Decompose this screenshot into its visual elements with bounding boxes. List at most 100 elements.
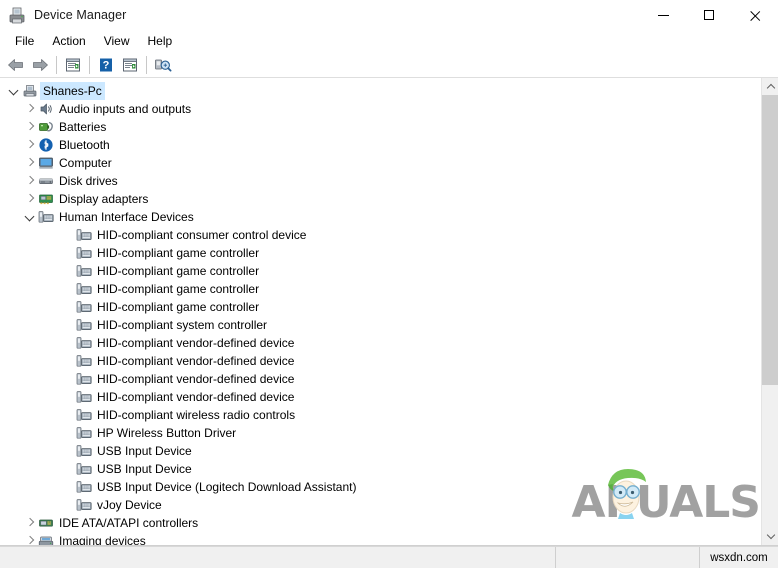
tree-item[interactable]: vJoy Device [0,496,761,514]
computer-root-icon [22,83,38,99]
tree-item[interactable]: Batteries [0,118,761,136]
chevron-right-icon[interactable] [22,119,38,135]
battery-icon [38,119,54,135]
window-controls [640,0,778,30]
chevron-right-icon[interactable] [22,137,38,153]
scrollbar-thumb[interactable] [762,95,778,385]
tree-item[interactable]: Computer [0,154,761,172]
tree-item-label: HID-compliant game controller [97,246,260,260]
properties-icon[interactable] [61,54,85,76]
chevron-down-icon[interactable] [22,209,38,225]
tree-item[interactable]: Display adapters [0,190,761,208]
tree-item-label: USB Input Device [97,444,192,458]
tree-item[interactable]: HID-compliant game controller [0,244,761,262]
chevron-right-icon[interactable] [22,155,38,171]
tree-item-label: Display adapters [59,192,149,206]
vertical-scrollbar[interactable] [761,78,778,545]
tree-item[interactable]: HP Wireless Button Driver [0,424,761,442]
close-button[interactable] [732,0,778,30]
chevron-down-icon[interactable] [6,83,22,99]
hid-device-icon [76,425,92,441]
tree-item-label: USB Input Device (Logitech Download Assi… [97,480,357,494]
tree-item[interactable]: USB Input Device (Logitech Download Assi… [0,478,761,496]
tree-item-label: Disk drives [59,174,118,188]
menu-item-view[interactable]: View [95,31,139,51]
hid-device-icon [76,461,92,477]
tree-item-label: HID-compliant game controller [97,300,260,314]
tree-item-label: HID-compliant vendor-defined device [97,390,295,404]
tree-item-label: Shanes-Pc [40,82,105,100]
tree-item[interactable]: HID-compliant game controller [0,262,761,280]
menu-item-action[interactable]: Action [43,31,94,51]
svg-text:?: ? [103,59,110,71]
chevron-right-icon[interactable] [22,101,38,117]
update-driver-icon[interactable] [151,54,175,76]
chevron-right-icon[interactable] [22,533,38,545]
tree-item-label: IDE ATA/ATAPI controllers [59,516,199,530]
hid-device-icon [76,245,92,261]
back-arrow-icon[interactable] [4,54,28,76]
tree-item-label: HP Wireless Button Driver [97,426,237,440]
tree-item[interactable]: HID-compliant wireless radio controls [0,406,761,424]
tree-item[interactable]: HID-compliant vendor-defined device [0,370,761,388]
menu-item-file[interactable]: File [6,31,43,51]
hid-device-icon [76,371,92,387]
hid-device-icon [76,227,92,243]
title-bar: Device Manager [0,0,778,30]
speaker-icon [38,101,54,117]
tree-item[interactable]: Audio inputs and outputs [0,100,761,118]
tree-item[interactable]: USB Input Device [0,460,761,478]
tree-item[interactable]: Disk drives [0,172,761,190]
toolbar-separator [146,55,147,74]
bluetooth-icon [38,137,54,153]
chevron-right-icon[interactable] [22,515,38,531]
minimize-button[interactable] [640,0,686,30]
tree-item[interactable]: HID-compliant game controller [0,298,761,316]
ide-controller-icon [38,515,54,531]
tree-item-label: HID-compliant system controller [97,318,268,332]
menu-item-help[interactable]: Help [139,31,182,51]
content-area: Shanes-Pc Audio inputs and outputs Batteri… [0,78,778,546]
tree-item[interactable]: Bluetooth [0,136,761,154]
tree-item[interactable]: Imaging devices [0,532,761,545]
scan-hardware-changes-icon[interactable] [118,54,142,76]
scroll-down-button[interactable] [762,528,778,545]
hid-device-icon [76,281,92,297]
tree-item[interactable]: HID-compliant system controller [0,316,761,334]
scroll-up-button[interactable] [762,78,778,95]
chevron-right-icon[interactable] [22,191,38,207]
tree-item-label: HID-compliant game controller [97,264,260,278]
help-icon[interactable]: ? [94,54,118,76]
tree-item[interactable]: USB Input Device [0,442,761,460]
disk-drive-icon [38,173,54,189]
hid-device-icon [76,317,92,333]
hid-device-icon [76,407,92,423]
tree-item[interactable]: Shanes-Pc [0,82,761,100]
tree-item[interactable]: HID-compliant vendor-defined device [0,388,761,406]
status-pane-source: wsxdn.com [710,551,768,564]
tree-item[interactable]: HID-compliant consumer control device [0,226,761,244]
device-tree[interactable]: Shanes-Pc Audio inputs and outputs Batteri… [0,78,761,545]
forward-arrow-icon[interactable] [28,54,52,76]
hid-device-icon [76,389,92,405]
tree-item[interactable]: HID-compliant vendor-defined device [0,334,761,352]
toolbar: ? [0,52,778,78]
tree-item[interactable]: IDE ATA/ATAPI controllers [0,514,761,532]
tree-item[interactable]: HID-compliant game controller [0,280,761,298]
chevron-right-icon[interactable] [22,173,38,189]
tree-item[interactable]: Human Interface Devices [0,208,761,226]
tree-item-label: USB Input Device [97,462,192,476]
tree-item[interactable]: HID-compliant vendor-defined device [0,352,761,370]
maximize-button[interactable] [686,0,732,30]
